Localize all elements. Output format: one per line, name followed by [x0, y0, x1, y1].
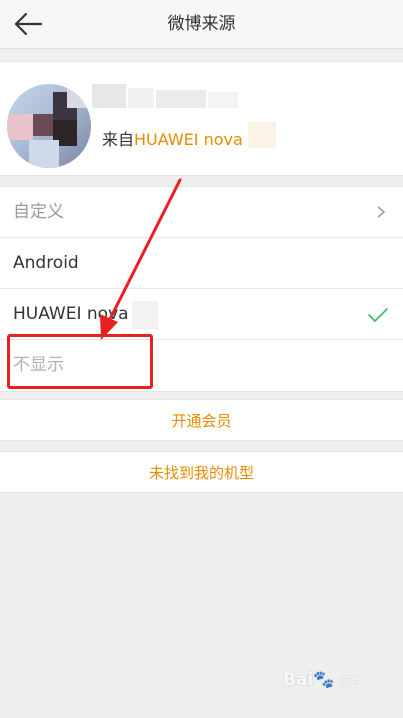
source-text: 来自HUAWEI nova	[102, 126, 243, 150]
blurred-device-suffix	[132, 301, 158, 329]
blurred-device-suffix	[248, 122, 276, 148]
menu-item-huawei-nova[interactable]: HUAWEI nova	[0, 289, 403, 340]
source-device: HUAWEI nova	[134, 130, 243, 149]
profile-card: 来自HUAWEI nova	[0, 61, 403, 176]
watermark-brand: Bai	[283, 670, 314, 690]
page-title: 微博来源	[167, 14, 236, 34]
source-prefix: 来自	[102, 130, 135, 149]
blurred-username	[92, 84, 126, 108]
menu-item-label: HUAWEI nova	[13, 304, 129, 324]
model-not-found-button[interactable]: 未找到我的机型	[0, 451, 403, 493]
blurred-username-part	[208, 92, 238, 108]
blurred-username-part	[156, 90, 206, 108]
chevron-right-icon	[377, 206, 386, 218]
title-bar: 微博来源	[0, 0, 403, 49]
menu-item-label: 自定义	[13, 202, 64, 222]
menu-item-label: 不显示	[13, 355, 64, 375]
menu-item-custom[interactable]: 自定义	[0, 187, 403, 238]
watermark-suffix: 经验	[338, 675, 361, 688]
menu-item-label: Android	[13, 253, 79, 273]
blurred-username-part	[128, 88, 154, 108]
menu-item-hide[interactable]: 不显示	[0, 340, 403, 391]
watermark: Bai🐾 经验	[283, 670, 360, 690]
avatar	[7, 84, 91, 168]
check-icon	[368, 308, 388, 322]
menu-item-android[interactable]: Android	[0, 238, 403, 289]
paw-icon: 🐾	[313, 670, 335, 690]
source-options-list: 自定义 Android HUAWEI nova 不显示	[0, 186, 403, 392]
membership-button[interactable]: 开通会员	[0, 399, 403, 441]
